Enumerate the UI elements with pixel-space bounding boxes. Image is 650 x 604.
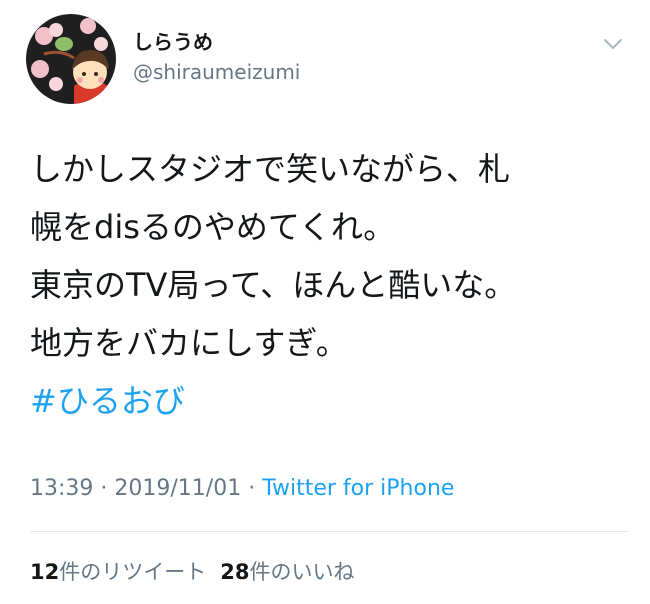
user-handle[interactable]: @shiraumeizumi <box>133 60 300 84</box>
retweets-stat[interactable]: 12件のリツイート <box>30 560 206 584</box>
tweet-line: 地方をバカにしすぎ。 <box>30 324 348 362</box>
tweet-stats: 12件のリツイート 28件のいいね <box>30 556 354 586</box>
display-name[interactable]: しらうめ <box>133 26 213 55</box>
tweet-time[interactable]: 13:39 <box>30 476 93 501</box>
retweets-count: 12 <box>30 560 60 584</box>
meta-separator: · <box>241 476 263 501</box>
retweets-label: 件のリツイート <box>59 560 207 584</box>
divider <box>30 531 628 532</box>
tweet-source-link[interactable]: Twitter for iPhone <box>262 476 454 501</box>
avatar[interactable] <box>26 14 116 104</box>
tweet-line: 幌をdisるのやめてくれ。 <box>30 208 396 246</box>
tweet-line-hashtag: #ひるおび <box>30 372 630 430</box>
likes-label: 件のいいね <box>249 560 355 584</box>
chevron-down-icon[interactable] <box>601 34 625 54</box>
tweet-line: しかしスタジオで笑いながら、札 <box>30 150 511 188</box>
avatar-illustration <box>26 14 116 104</box>
likes-count: 28 <box>220 560 250 584</box>
tweet-meta: 13:39 · 2019/11/01 · Twitter for iPhone <box>30 476 454 501</box>
tweet-date[interactable]: 2019/11/01 <box>114 476 241 501</box>
meta-separator: · <box>93 476 115 501</box>
likes-stat[interactable]: 28件のいいね <box>220 560 354 584</box>
tweet-line: 東京のTV局って、ほんと酷いな。 <box>30 266 517 304</box>
hashtag-link[interactable]: #ひるおび <box>30 382 185 420</box>
tweet-text: しかしスタジオで笑いながら、札 幌をdisるのやめてくれ。 東京のTV局って、ほ… <box>30 140 630 430</box>
